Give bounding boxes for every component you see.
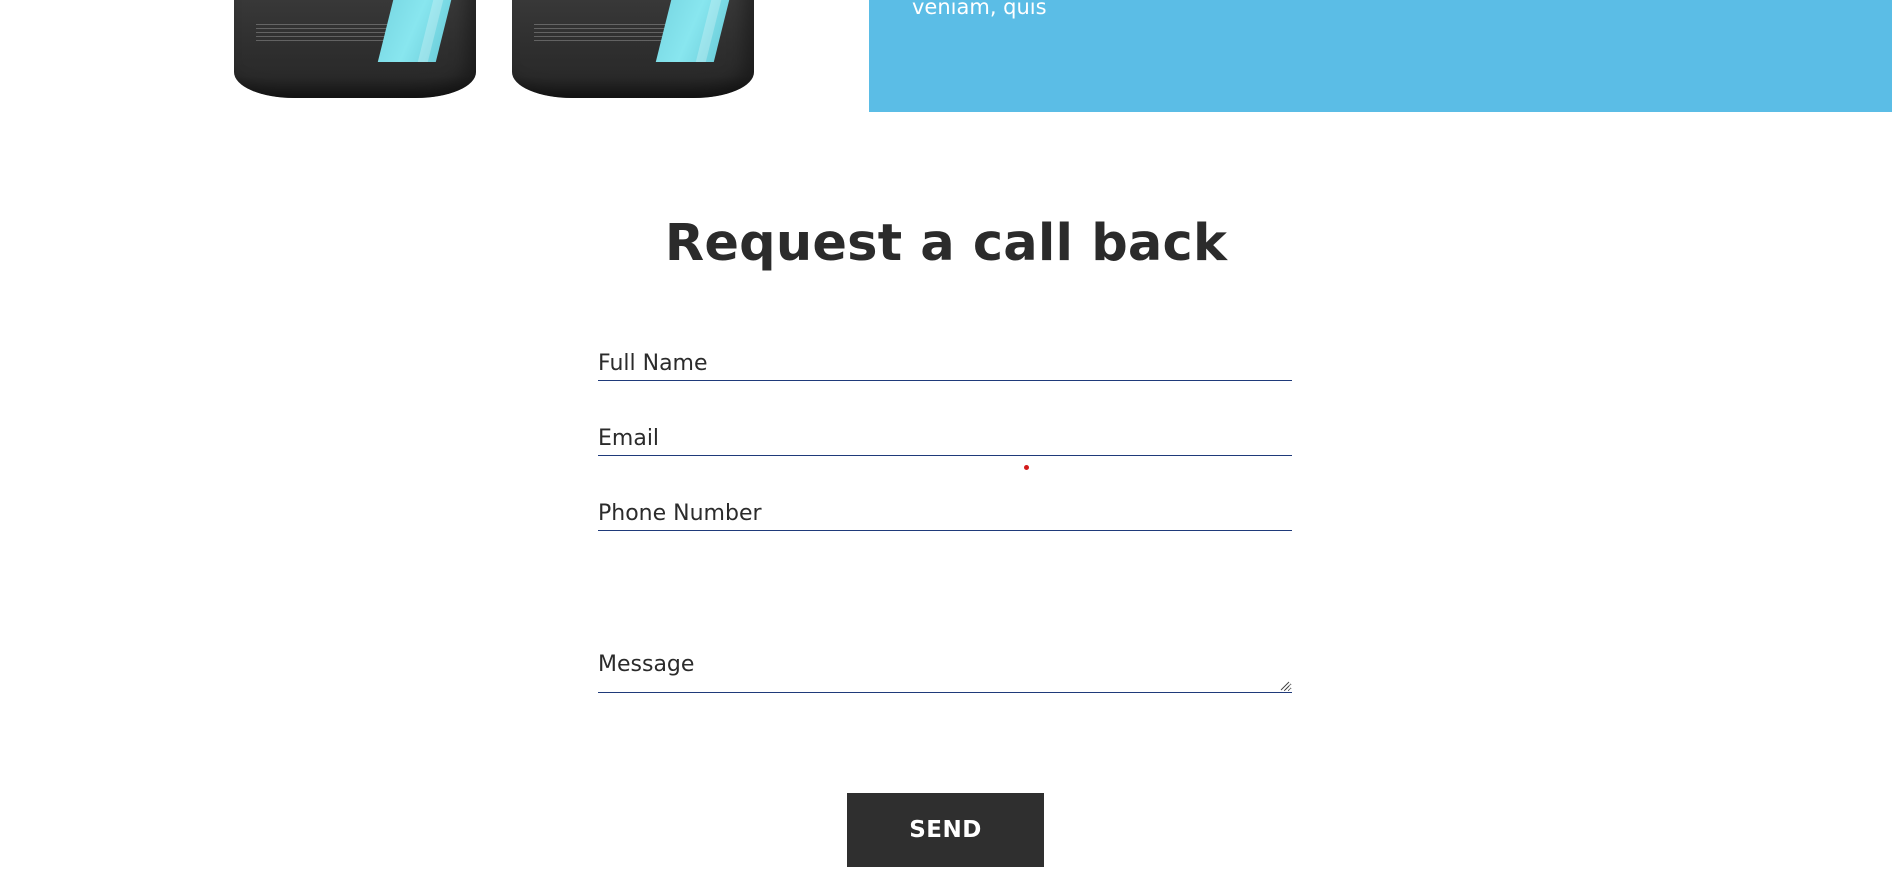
product-jar-image [234,0,476,98]
page: veniam, quis Request a call back SEND [0,0,1892,871]
product-jar-image [512,0,754,98]
full-name-field[interactable] [598,346,1292,381]
jar-shadow [512,76,754,98]
form-title: Request a call back [664,214,1228,273]
email-field[interactable] [598,421,1292,456]
hero-blue-panel: veniam, quis [869,0,1892,112]
send-button[interactable]: SEND [847,793,1044,867]
jar-shadow [234,76,476,98]
jar-stripe [655,0,735,62]
resize-handle-icon[interactable] [1280,681,1290,691]
message-field[interactable] [598,560,1292,693]
hero-panel-text: veniam, quis [912,0,1047,19]
mouse-cursor-dot [1024,465,1029,470]
phone-number-field[interactable] [598,496,1292,531]
jar-stripe [377,0,457,62]
